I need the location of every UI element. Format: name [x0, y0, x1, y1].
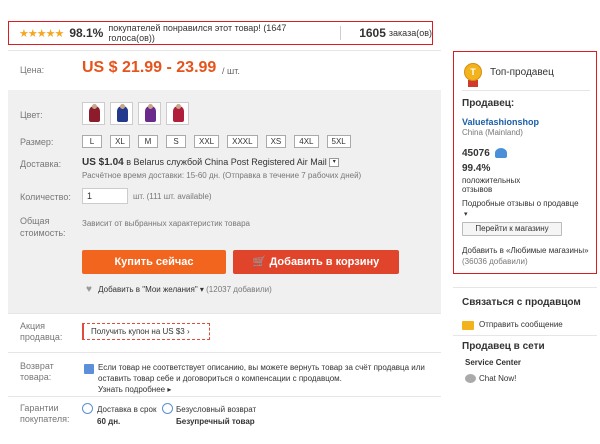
size-label: Размер:	[20, 137, 54, 147]
delivery-method: в Belarus службой China Post Registered …	[126, 157, 327, 167]
size-option[interactable]: 4XL	[294, 135, 319, 148]
cart-icon: 🛒	[252, 256, 267, 268]
total-label: Общая	[20, 216, 50, 226]
color-label: Цвет:	[20, 110, 43, 120]
service-center: Service Center	[465, 358, 522, 367]
seller-label: Продавец:	[462, 98, 515, 109]
divider	[462, 90, 590, 91]
color-swatch[interactable]	[110, 102, 133, 125]
size-option[interactable]: 5XL	[326, 135, 351, 148]
shield-icon	[162, 403, 173, 414]
positive-label-1: положительных	[462, 176, 521, 185]
rating-percent: 98.1%	[69, 26, 104, 40]
divider	[453, 335, 597, 336]
guarantee-return-title: Безусловный возврат	[176, 405, 257, 414]
returns-text: Если товар не соответствует описанию, вы…	[98, 362, 428, 395]
guarantee-label: Гарантии	[20, 403, 59, 413]
returns-more-link[interactable]: Узнать подробнее ▸	[98, 385, 171, 394]
wishlist-count: (12037 добавили)	[206, 285, 272, 294]
wishlist-link[interactable]: ♥ Добавить в "Мои желания" ▾ (12037 доба…	[86, 284, 272, 295]
medal-icon: T	[464, 63, 482, 81]
size-option[interactable]: XXL	[194, 135, 220, 148]
returns-label: Возврат	[20, 361, 54, 371]
clock-icon	[82, 403, 93, 414]
rating-summary: ★★★★★ 98.1% покупателей понравился этот …	[8, 21, 433, 45]
delivery-label: Доставка:	[20, 159, 62, 169]
divider	[8, 50, 441, 51]
go-to-shop-button[interactable]: Перейти к магазину	[462, 222, 562, 236]
promo-label: Акция	[20, 321, 45, 331]
positive-label: положительных отзывов	[462, 176, 520, 194]
color-swatch[interactable]	[82, 102, 105, 125]
seller-country: China (Mainland)	[462, 128, 523, 137]
returns-label-2: товара:	[20, 372, 52, 382]
seller-score: 45076	[462, 148, 490, 159]
crown-icon	[495, 148, 507, 158]
size-option[interactable]: L	[82, 135, 102, 148]
size-options: L XL M S XXL XXXL XS 4XL 5XL	[82, 135, 351, 148]
chat-now-link[interactable]: Chat Now!	[479, 374, 516, 383]
quantity-input[interactable]: 1	[82, 188, 128, 204]
add-favorite-shop-link[interactable]: Добавить в «Любимые магазины» (36036 доб…	[462, 245, 592, 267]
favorite-count: (36036 добавили)	[462, 257, 528, 266]
seller-panel: T Топ-продавец Продавец: Valuefashionsho…	[453, 51, 597, 274]
rating-text: покупателей понравился этот товар! (1647…	[108, 23, 287, 43]
color-swatch[interactable]	[166, 102, 189, 125]
price-value: US $ 21.99 - 23.99	[82, 59, 217, 76]
size-option[interactable]: XS	[265, 135, 287, 148]
chevron-down-icon[interactable]: ▾	[464, 210, 468, 218]
color-swatch[interactable]	[138, 102, 161, 125]
contact-seller-title: Связаться с продавцом	[462, 297, 581, 308]
product-options-panel	[8, 90, 441, 313]
heart-icon: ♥	[86, 284, 92, 295]
quantity-available: шт. (111 шт. available)	[133, 192, 212, 201]
top-seller-title: Топ-продавец	[490, 67, 554, 78]
shop-name-link[interactable]: Valuefashionshop	[462, 117, 539, 127]
envelope-icon	[462, 321, 474, 330]
size-option[interactable]: XXXL	[227, 135, 258, 148]
guarantee-label-2: покупателя:	[20, 414, 70, 424]
total-value: Зависит от выбранных характеристик товар…	[82, 219, 250, 228]
wishlist-text: Добавить в "Мои желания" ▾	[98, 285, 204, 294]
color-swatches	[82, 102, 189, 125]
delivery-price: US $1.04	[82, 157, 124, 168]
guarantee-return-value: Безупречный товар	[176, 417, 255, 426]
guarantee-delivery-value: 60 дн.	[97, 417, 121, 426]
add-to-cart-label: Добавить в корзину	[269, 256, 380, 268]
return-icon	[84, 364, 94, 374]
detailed-feedback-link[interactable]: Подробные отзывы о продавце	[462, 199, 579, 208]
coupon-button[interactable]: Получить купон на US $3 ›	[82, 323, 210, 340]
price-label: Цена:	[20, 65, 45, 75]
delivery-info: US $1.04 в Belarus службой China Post Re…	[82, 157, 340, 168]
delivery-dropdown-icon[interactable]: ▾	[329, 158, 340, 168]
positive-percent: 99.4%	[462, 163, 491, 174]
size-option[interactable]: M	[138, 135, 158, 148]
total-label-2: стоимость:	[20, 228, 66, 238]
quantity-label: Количество:	[20, 192, 71, 202]
rating-divider	[340, 26, 342, 40]
orders-label: заказа(ов)	[388, 28, 432, 38]
send-message-link[interactable]: Отправить сообщение	[479, 320, 563, 329]
orders-count: 1605	[359, 26, 386, 40]
returns-description: Если товар не соответствует описанию, вы…	[98, 363, 425, 383]
favorite-text: Добавить в «Любимые магазины»	[462, 246, 589, 255]
promo-label-2: продавца:	[20, 332, 63, 342]
medal-ribbon	[468, 80, 478, 87]
size-option[interactable]: XL	[110, 135, 130, 148]
seller-online-title: Продавец в сети	[462, 341, 545, 352]
divider	[8, 313, 441, 314]
divider	[8, 352, 441, 353]
delivery-time: Расчётное время доставки: 15-60 дн. (Отп…	[82, 171, 362, 180]
divider	[8, 396, 441, 397]
positive-label-2: отзывов	[462, 185, 493, 194]
add-to-cart-button[interactable]: 🛒 Добавить в корзину	[233, 250, 399, 274]
rating-stars-icon: ★★★★★	[19, 27, 64, 40]
divider	[453, 287, 597, 288]
buy-now-button[interactable]: Купить сейчас	[82, 250, 226, 274]
chat-icon	[465, 374, 476, 383]
size-option[interactable]: S	[166, 135, 186, 148]
guarantee-delivery-title: Доставка в срок	[97, 405, 157, 414]
price-unit: / шт.	[222, 66, 240, 76]
